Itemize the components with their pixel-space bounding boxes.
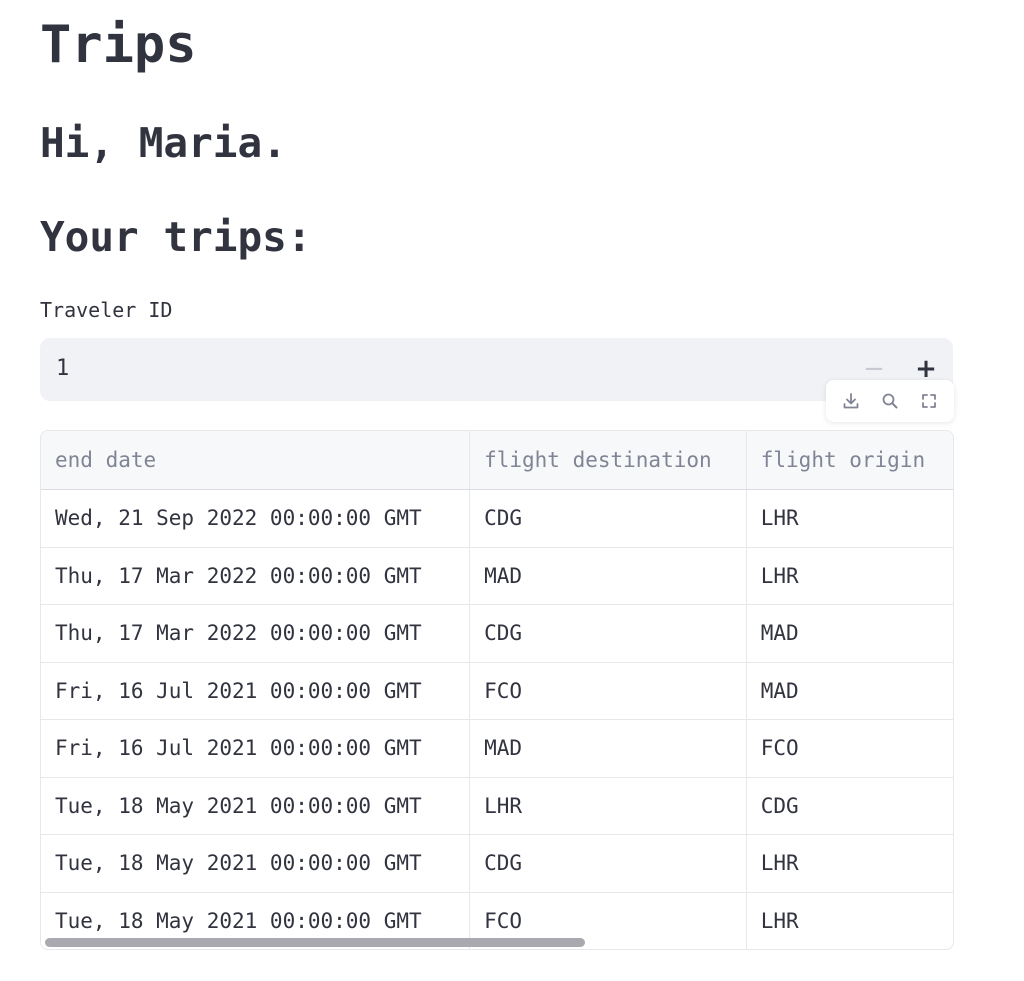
table-row: Thu, 17 Mar 2022 00:00:00 GMT CDG MAD [41, 604, 953, 663]
cell-end-date[interactable]: Fri, 16 Jul 2021 00:00:00 GMT [41, 662, 471, 720]
cell-flight-origin[interactable]: LHR [746, 834, 953, 893]
cell-flight-destination[interactable]: LHR [469, 777, 747, 835]
cell-end-date[interactable]: Fri, 16 Jul 2021 00:00:00 GMT [41, 719, 471, 778]
cell-end-date[interactable]: Thu, 17 Mar 2022 00:00:00 GMT [41, 604, 471, 663]
fullscreen-icon[interactable] [918, 390, 940, 412]
cell-end-date[interactable]: Wed, 21 Sep 2022 00:00:00 GMT [41, 489, 471, 548]
column-header-flight-origin[interactable]: flight origin [746, 431, 953, 490]
download-icon[interactable] [840, 390, 862, 412]
cell-flight-destination[interactable]: CDG [469, 489, 747, 548]
cell-flight-destination[interactable]: CDG [469, 834, 747, 893]
cell-end-date[interactable]: Tue, 18 May 2021 00:00:00 GMT [41, 777, 471, 835]
table-row: Tue, 18 May 2021 00:00:00 GMT LHR CDG [41, 777, 953, 835]
cell-end-date[interactable]: Thu, 17 Mar 2022 00:00:00 GMT [41, 547, 471, 605]
traveler-id-label: Traveler ID [40, 298, 173, 322]
table-row: Fri, 16 Jul 2021 00:00:00 GMT FCO MAD [41, 662, 953, 720]
search-icon[interactable] [879, 390, 901, 412]
cell-flight-origin[interactable]: CDG [746, 777, 953, 835]
column-header-flight-destination[interactable]: flight destination [469, 431, 747, 490]
horizontal-scrollbar[interactable] [45, 938, 585, 947]
cell-flight-origin[interactable]: LHR [746, 547, 953, 605]
table-row: Tue, 18 May 2021 00:00:00 GMT CDG LHR [41, 834, 953, 893]
greeting-heading: Hi, Maria. [40, 119, 287, 167]
cell-flight-origin[interactable]: LHR [746, 892, 953, 949]
cell-flight-origin[interactable]: LHR [746, 489, 953, 548]
cell-flight-origin[interactable]: MAD [746, 604, 953, 663]
cell-flight-destination[interactable]: MAD [469, 547, 747, 605]
cell-end-date[interactable]: Tue, 18 May 2021 00:00:00 GMT [41, 834, 471, 893]
table-row: Thu, 17 Mar 2022 00:00:00 GMT MAD LHR [41, 547, 953, 605]
traveler-id-number-input[interactable]: 1 − + [40, 338, 953, 401]
cell-flight-origin[interactable]: FCO [746, 719, 953, 778]
column-header-end-date[interactable]: end date [41, 431, 471, 490]
trips-heading: Your trips: [40, 213, 312, 261]
traveler-id-value[interactable]: 1 [56, 355, 69, 383]
cell-flight-origin[interactable]: MAD [746, 662, 953, 720]
cell-flight-destination[interactable]: MAD [469, 719, 747, 778]
page-title: Trips [40, 15, 197, 75]
table-header-row: end date flight destination flight origi… [41, 431, 953, 490]
table-row: Wed, 21 Sep 2022 00:00:00 GMT CDG LHR [41, 489, 953, 548]
trips-table[interactable]: end date flight destination flight origi… [40, 430, 954, 950]
table-toolbar [826, 380, 954, 422]
cell-flight-destination[interactable]: FCO [469, 662, 747, 720]
cell-flight-destination[interactable]: CDG [469, 604, 747, 663]
table-row: Fri, 16 Jul 2021 00:00:00 GMT MAD FCO [41, 719, 953, 778]
